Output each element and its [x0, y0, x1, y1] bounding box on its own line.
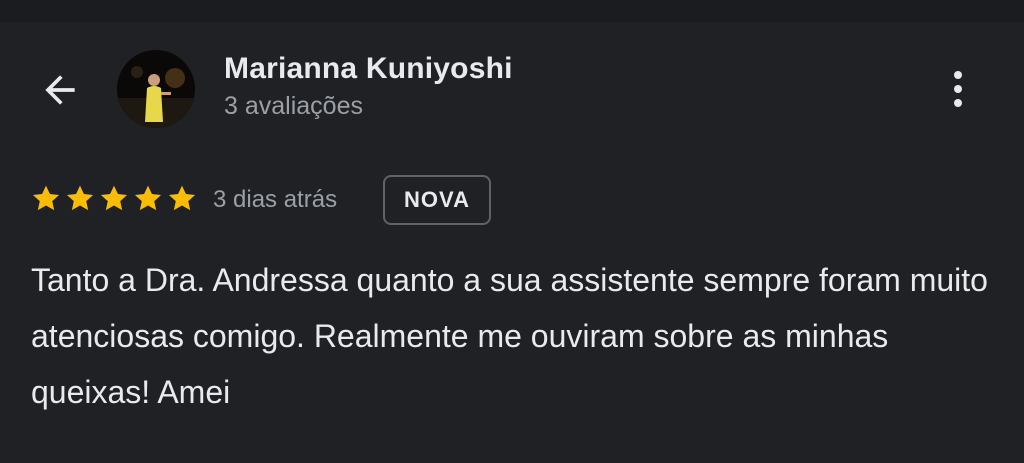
avatar-photo: [117, 50, 195, 128]
more-vert-icon-dot: [954, 99, 962, 107]
star-rating: [30, 183, 198, 215]
back-button[interactable]: [36, 66, 84, 114]
more-options-button[interactable]: [938, 66, 978, 112]
star-icon: [100, 185, 128, 211]
review-text: Tanto a Dra. Andressa quanto a sua assis…: [31, 262, 988, 410]
star-icon: [134, 185, 162, 211]
more-vert-icon: [954, 71, 962, 79]
more-vert-icon-dot: [954, 85, 962, 93]
star-icon: [168, 185, 196, 211]
status-bar-area: [0, 0, 1024, 22]
avatar[interactable]: [117, 50, 195, 128]
reviewer-name[interactable]: Marianna Kuniyoshi: [224, 52, 513, 86]
star-icon: [66, 185, 94, 211]
arrow-left-icon: [45, 75, 75, 105]
star-icon: [32, 185, 60, 211]
review-count: 3 avaliações: [224, 92, 363, 120]
new-badge: NOVA: [383, 175, 491, 225]
review-time: 3 dias atrás: [213, 186, 338, 213]
